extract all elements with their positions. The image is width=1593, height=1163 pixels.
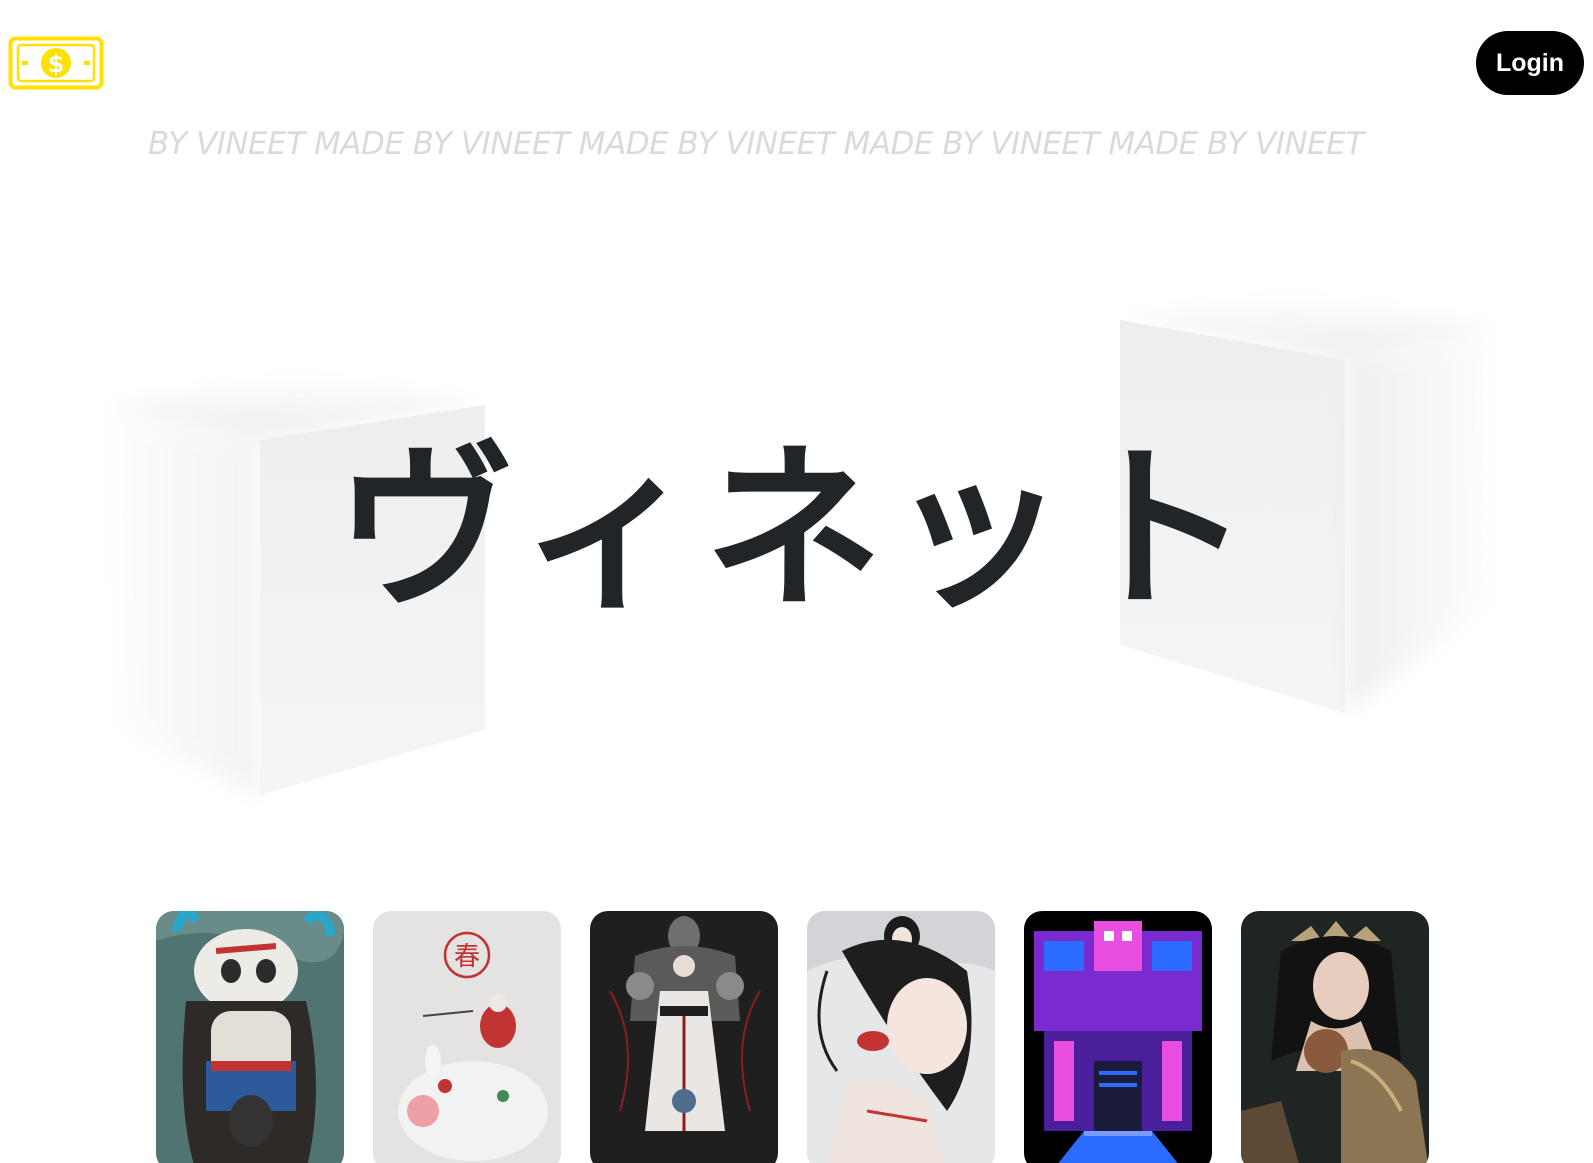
page: $ Login BY VINEET MADE BY VINEET MADE BY… [0,0,1593,1163]
artwork-card-armored-giant[interactable] [590,911,778,1163]
money-bill-icon[interactable]: $ [8,36,104,90]
svg-text:$: $ [48,50,65,78]
artwork-card-spring-pig[interactable]: 春 [373,911,561,1163]
artwork-card-geisha[interactable] [807,911,995,1163]
hero-title: ヴィネット [336,426,1257,633]
artwork-card-pixel-temple[interactable] [1024,911,1212,1163]
login-button[interactable]: Login [1476,31,1584,95]
marquee-text: BY VINEET MADE BY VINEET MADE BY VINEET … [148,126,1364,162]
spring-glyph: 春 [454,942,480,972]
artwork-card-mask-girl[interactable] [156,911,344,1163]
artwork-gallery: 春 [156,911,1452,1163]
artwork-card-crowned-lady[interactable] [1241,911,1429,1163]
